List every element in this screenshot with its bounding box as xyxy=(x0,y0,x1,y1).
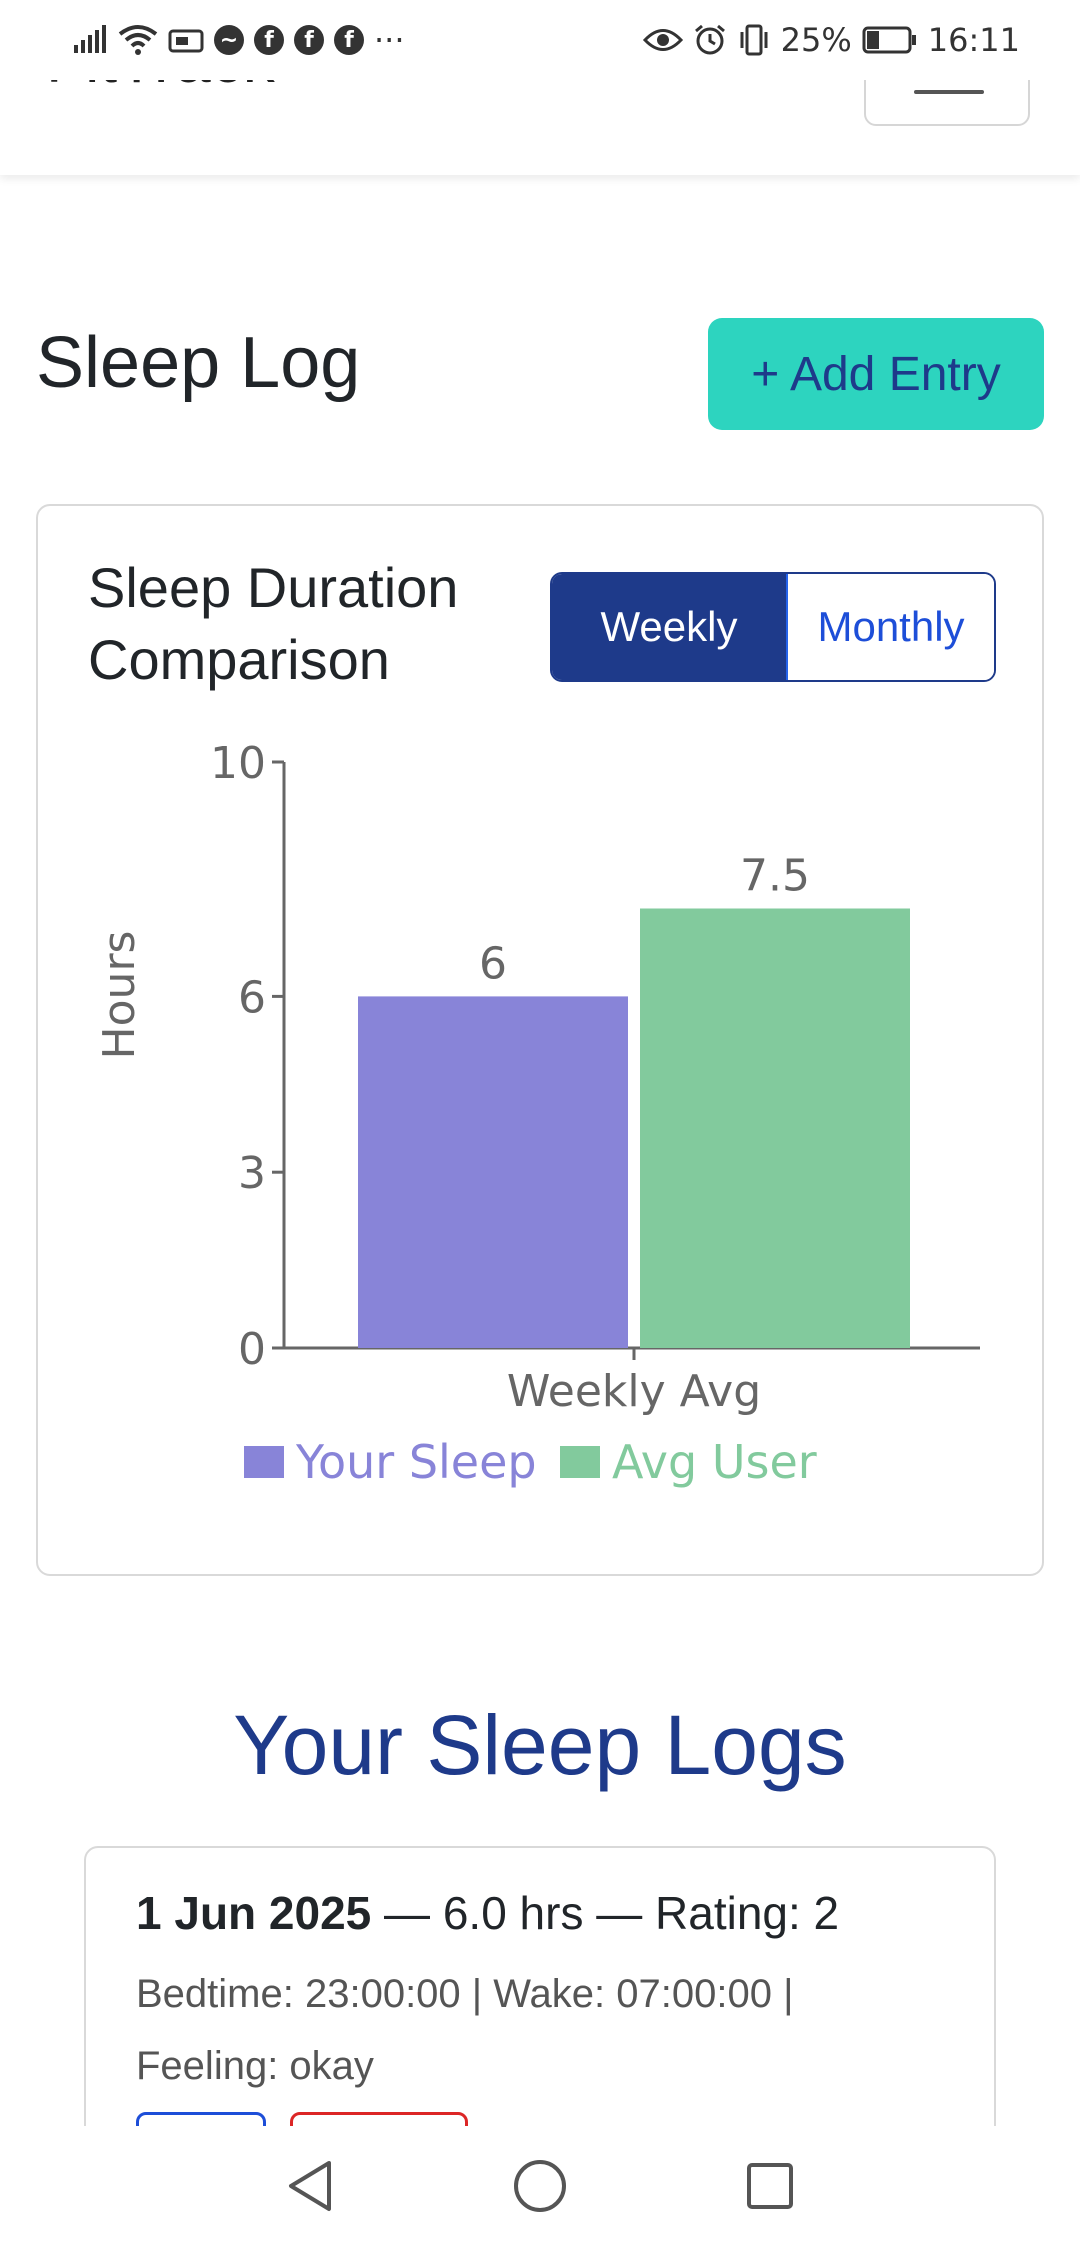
legend-swatch xyxy=(244,1446,284,1478)
status-bar: ~ f f f ··· 25% 16:11 xyxy=(0,0,1080,80)
y-tick-label: 10 xyxy=(210,738,266,789)
system-nav-bar xyxy=(0,2126,1080,2244)
facebook-icon: f xyxy=(334,25,364,55)
hamburger-icon xyxy=(914,90,984,94)
y-tick-label: 3 xyxy=(238,1148,266,1199)
vibrate-icon xyxy=(737,24,771,56)
bar-avg-user xyxy=(640,908,910,1348)
period-toggle: Weekly Monthly xyxy=(550,572,996,682)
log-entry-feeling: Feeling: okay xyxy=(136,2044,374,2088)
signal-icon xyxy=(72,25,108,55)
sleep-chart-card: 0 3 6 10 Hours Weekly Avg 6 7.5 Your Sleep Avg Us… xyxy=(36,504,1044,1576)
vpn-icon xyxy=(168,25,204,55)
recents-icon[interactable] xyxy=(740,2156,800,2216)
log-entry-summary: — 6.0 hrs — Rating: 2 xyxy=(371,1887,840,1939)
y-tick-label: 0 xyxy=(238,1324,266,1375)
log-entry-date: 1 Jun 2025 xyxy=(136,1887,372,1939)
messenger-icon: ~ xyxy=(214,25,244,55)
x-tick-label: Weekly Avg xyxy=(507,1366,761,1417)
y-tick-label: 6 xyxy=(238,972,266,1023)
bar-data-label: 7.5 xyxy=(740,851,810,902)
bar-data-label: 6 xyxy=(479,938,507,989)
monthly-toggle-button[interactable]: Monthly xyxy=(786,574,994,680)
y-axis-label: Hours xyxy=(94,931,145,1060)
page-title: Sleep Log xyxy=(36,323,361,403)
legend-swatch xyxy=(560,1446,600,1478)
alarm-icon xyxy=(693,24,727,56)
battery-icon xyxy=(862,25,918,55)
legend-label: Avg User xyxy=(612,1435,817,1489)
wifi-icon xyxy=(118,24,158,56)
home-icon[interactable] xyxy=(510,2156,570,2216)
chart-title: Sleep Duration Comparison xyxy=(88,552,548,696)
chart-title-line2: Comparison xyxy=(88,628,390,691)
log-entry-details: Bedtime: 23:00:00 | Wake: 07:00:00 | Fee… xyxy=(136,1958,936,2102)
eye-icon xyxy=(642,27,683,53)
bar-your-sleep xyxy=(358,996,628,1348)
weekly-toggle-button[interactable]: Weekly xyxy=(552,574,786,680)
status-right: 25% 16:11 xyxy=(642,21,1020,59)
status-left: ~ f f f ··· xyxy=(72,21,405,59)
battery-percent: 25% xyxy=(780,21,852,59)
log-entry-header: 1 Jun 2025 — 6.0 hrs — Rating: 2 xyxy=(136,1878,839,1948)
back-icon[interactable] xyxy=(280,2156,340,2216)
add-entry-button[interactable]: + Add Entry xyxy=(708,318,1044,430)
legend-label: Your Sleep xyxy=(295,1435,537,1489)
more-notifications-icon: ··· xyxy=(374,21,405,59)
facebook-icon: f xyxy=(294,25,324,55)
sleep-logs-heading: Your Sleep Logs xyxy=(233,1698,847,1792)
facebook-icon: f xyxy=(254,25,284,55)
chart-title-line1: Sleep Duration xyxy=(88,556,459,619)
clock: 16:11 xyxy=(927,21,1020,59)
log-entry-times: Bedtime: 23:00:00 | Wake: 07:00:00 | xyxy=(136,1972,794,2016)
